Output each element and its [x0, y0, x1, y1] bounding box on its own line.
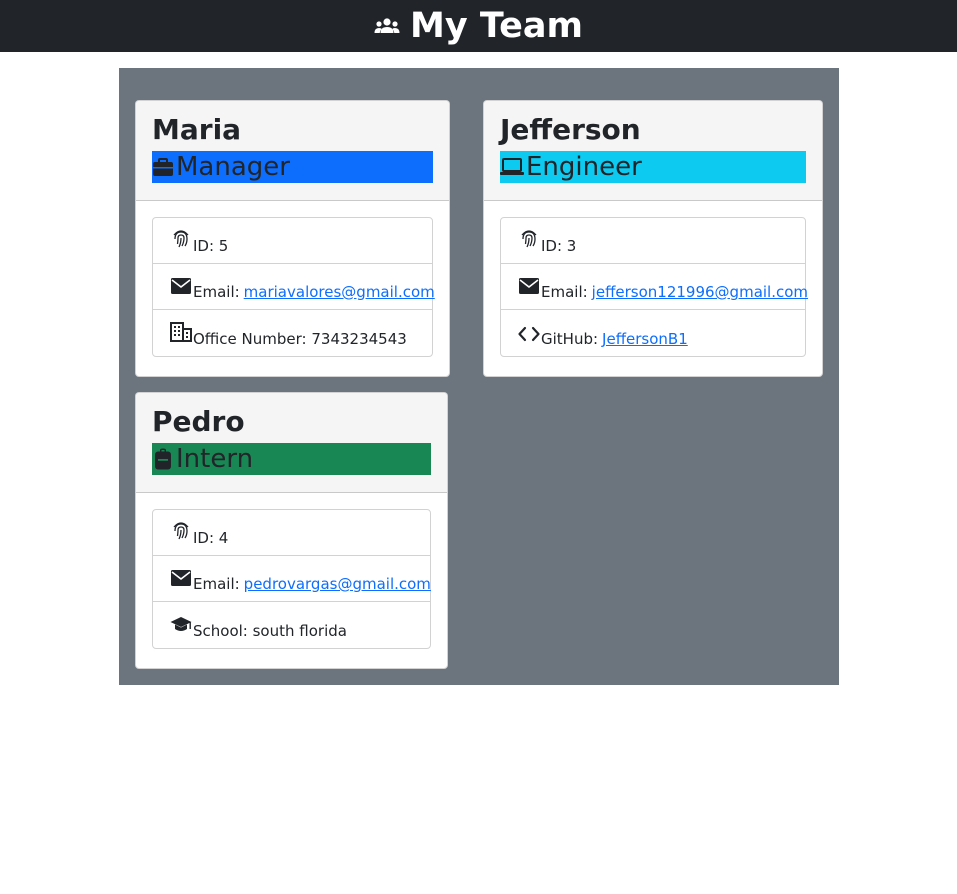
laptop-icon	[500, 157, 526, 177]
backpack-icon	[152, 448, 176, 470]
github-link[interactable]: JeffersonB1	[602, 330, 688, 348]
list-item-email: Email: mariavalores@gmail.com	[153, 264, 435, 310]
github-label: GitHub:	[541, 330, 599, 348]
list-item-school: School: south florida	[153, 602, 430, 648]
envelope-icon	[170, 569, 192, 587]
fingerprint-icon	[170, 519, 192, 541]
employee-name: Pedro	[152, 405, 245, 438]
envelope-icon	[518, 277, 540, 295]
card-body: ID: 4 Email: pedrovargas@gmail.com Schoo…	[136, 493, 447, 665]
role-badge-engineer: Engineer	[500, 151, 806, 183]
role-badge-intern: Intern	[152, 443, 431, 475]
card-header: Maria Manager	[136, 101, 449, 201]
info-list: ID: 3 Email: jefferson121996@gmail.com G…	[500, 217, 808, 357]
people-icon	[374, 17, 400, 35]
list-item-id: ID: 5	[153, 218, 432, 264]
briefcase-icon	[152, 157, 176, 177]
email-link[interactable]: mariavalores@gmail.com	[244, 283, 435, 301]
email-label: Email:	[193, 283, 240, 301]
list-item-id: ID: 3	[501, 218, 805, 264]
role-label: Intern	[176, 444, 254, 474]
school-name: School: south florida	[193, 622, 347, 640]
office-number: Office Number: 7343234543	[193, 330, 407, 348]
info-list: ID: 5 Email: mariavalores@gmail.com Offi…	[152, 217, 435, 357]
card-header: Jefferson Engineer	[484, 101, 822, 201]
list-item-email: Email: jefferson121996@gmail.com	[501, 264, 808, 310]
card-body: ID: 3 Email: jefferson121996@gmail.com G…	[484, 201, 822, 373]
employee-card-intern: Pedro Intern ID: 4 Email: pedrovargas@gm…	[135, 392, 448, 669]
list-item-id: ID: 4	[153, 510, 430, 556]
page-title: My Team	[374, 5, 583, 46]
envelope-icon	[170, 277, 192, 295]
page-title-text: My Team	[410, 5, 583, 46]
list-item-email: Email: pedrovargas@gmail.com	[153, 556, 431, 602]
card-header: Pedro Intern	[136, 393, 447, 493]
employee-id: ID: 3	[541, 237, 577, 255]
employee-id: ID: 5	[193, 237, 229, 255]
navbar: My Team	[0, 0, 957, 52]
employee-id: ID: 4	[193, 529, 229, 547]
employee-name: Maria	[152, 113, 242, 146]
list-item-github: GitHub: JeffersonB1	[501, 310, 805, 356]
graduation-cap-icon	[170, 616, 192, 634]
list-item-office: Office Number: 7343234543	[153, 310, 432, 356]
employee-name: Jefferson	[500, 113, 641, 146]
team-panel: Maria Manager ID: 5 Email: mariavalores@…	[119, 68, 839, 685]
email-link[interactable]: jefferson121996@gmail.com	[592, 283, 808, 301]
fingerprint-icon	[170, 227, 192, 249]
fingerprint-icon	[518, 227, 540, 249]
employee-card-manager: Maria Manager ID: 5 Email: mariavalores@…	[135, 100, 450, 377]
info-list: ID: 4 Email: pedrovargas@gmail.com Schoo…	[152, 509, 431, 649]
card-body: ID: 5 Email: mariavalores@gmail.com Offi…	[136, 201, 449, 373]
email-label: Email:	[541, 283, 588, 301]
email-link[interactable]: pedrovargas@gmail.com	[244, 575, 431, 593]
building-icon	[170, 322, 192, 342]
role-label: Engineer	[526, 152, 642, 182]
employee-card-engineer: Jefferson Engineer ID: 3 Email: jefferso…	[483, 100, 823, 377]
email-label: Email:	[193, 575, 240, 593]
role-label: Manager	[176, 152, 290, 182]
code-icon	[518, 326, 540, 342]
role-badge-manager: Manager	[152, 151, 433, 183]
